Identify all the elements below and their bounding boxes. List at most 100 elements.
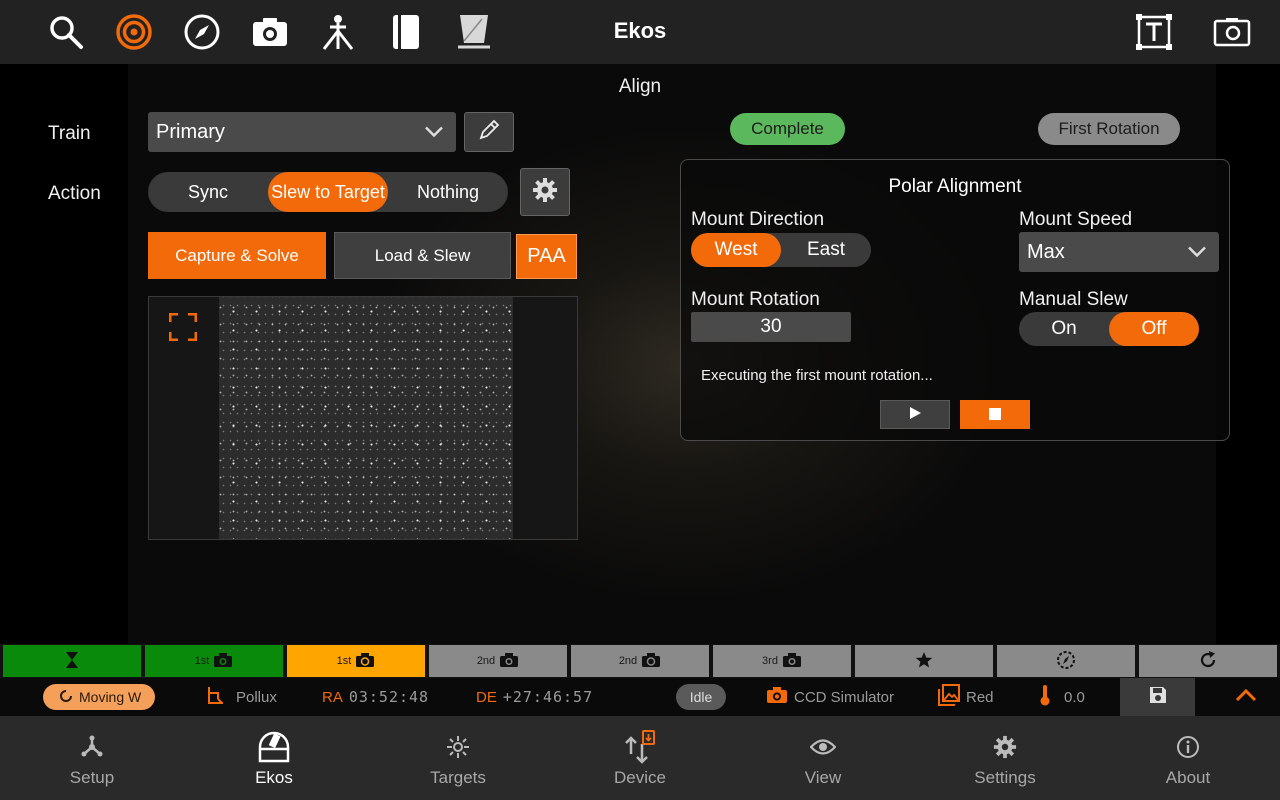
- telescope-mount-icon[interactable]: [318, 12, 358, 52]
- mount-direction-toggle: West East: [691, 233, 871, 267]
- mount-speed-label: Mount Speed: [1019, 209, 1133, 230]
- panel-title: Polar Alignment: [888, 176, 1022, 197]
- search-icon[interactable]: [46, 12, 86, 52]
- observatory-icon: [257, 730, 291, 764]
- nav-label: Targets: [430, 768, 486, 787]
- screenshot-icon[interactable]: [1212, 12, 1252, 52]
- text-frame-icon[interactable]: [1134, 12, 1174, 52]
- bottom-navigation: Setup Ekos Targets Device View Settings …: [0, 716, 1280, 800]
- save-button[interactable]: [1120, 678, 1195, 716]
- action-selector: Sync Slew to Target Nothing: [148, 172, 508, 212]
- compass-icon[interactable]: [182, 12, 222, 52]
- action-sync[interactable]: Sync: [148, 172, 268, 212]
- hourglass-icon: [65, 651, 79, 672]
- edit-train-button[interactable]: [464, 112, 514, 152]
- de-value: +27:46:57: [502, 688, 594, 706]
- telescope-icon: [206, 685, 226, 709]
- mount-rotation-label: Mount Rotation: [691, 289, 820, 310]
- train-value: Primary: [156, 120, 225, 143]
- nav-device[interactable]: Device: [570, 716, 710, 800]
- train-select[interactable]: Primary: [148, 112, 456, 152]
- camera-icon: [213, 652, 233, 671]
- pencil-icon: [477, 118, 501, 147]
- stop-button[interactable]: [960, 400, 1030, 429]
- nav-targets[interactable]: Targets: [388, 716, 528, 800]
- spinner-icon: [59, 689, 73, 706]
- start-button[interactable]: [880, 400, 950, 429]
- step-third-capture: 3rd: [713, 645, 851, 677]
- step-second-capture: 2nd: [429, 645, 567, 677]
- polar-status-text: Executing the first mount rotation...: [701, 367, 933, 384]
- step-label: 1st: [336, 655, 352, 667]
- step-refresh: [1139, 645, 1277, 677]
- camera-icon: [766, 686, 788, 708]
- fullscreen-icon[interactable]: [168, 312, 198, 346]
- step-label: 3rd: [762, 655, 778, 667]
- refresh-icon: [1198, 650, 1218, 673]
- step-first-capture: 1st: [145, 645, 283, 677]
- target-name: Pollux: [236, 688, 277, 706]
- play-icon: [908, 405, 922, 425]
- nav-view[interactable]: View: [753, 716, 893, 800]
- camera-name: CCD Simulator: [794, 688, 895, 706]
- star-image: [219, 297, 513, 539]
- de-label: DE: [476, 688, 497, 706]
- mount-rotation-input[interactable]: 30: [691, 312, 851, 342]
- align-settings-button[interactable]: [520, 168, 570, 216]
- chevron-down-icon: [424, 121, 444, 144]
- paa-button[interactable]: PAA: [516, 234, 577, 279]
- nav-label: Ekos: [255, 768, 293, 787]
- manual-slew-label: Manual Slew: [1019, 289, 1128, 310]
- manual-slew-toggle: On Off: [1019, 312, 1199, 346]
- align-module: Align Train Primary Action Sync Slew to …: [0, 64, 1280, 644]
- direction-west[interactable]: West: [691, 233, 781, 267]
- step-label: 1st: [194, 655, 210, 667]
- status-complete-badge: Complete: [730, 113, 845, 145]
- manual-slew-off[interactable]: Off: [1109, 312, 1199, 346]
- image-preview[interactable]: [148, 296, 578, 540]
- action-nothing[interactable]: Nothing: [388, 172, 508, 212]
- load-slew-button[interactable]: Load & Slew: [334, 232, 511, 279]
- mount-state-text: Moving W: [79, 689, 142, 705]
- module-title: Align: [618, 76, 662, 97]
- ra-label: RA: [322, 688, 343, 706]
- train-label: Train: [48, 123, 91, 144]
- notebook-icon[interactable]: [386, 12, 426, 52]
- nav-about[interactable]: About: [1118, 716, 1258, 800]
- polar-alignment-panel: Polar Alignment Mount Direction West Eas…: [680, 159, 1230, 441]
- target-icon[interactable]: [114, 12, 154, 52]
- nav-ekos[interactable]: Ekos: [204, 716, 344, 800]
- camera-status: CCD Simulator: [766, 678, 894, 716]
- nav-settings[interactable]: Settings: [935, 716, 1075, 800]
- nav-label: Device: [614, 768, 666, 787]
- flat-panel-icon[interactable]: [454, 12, 494, 52]
- image-icon: [938, 684, 960, 710]
- thermometer-icon: [1038, 684, 1052, 710]
- step-label: 2nd: [618, 655, 638, 667]
- gear-icon: [993, 730, 1017, 764]
- capture-solve-button[interactable]: Capture & Solve: [148, 232, 326, 279]
- camera-icon[interactable]: [250, 12, 290, 52]
- manual-slew-on[interactable]: On: [1019, 312, 1109, 346]
- device-transfer-icon: [624, 730, 656, 764]
- ekos-app: Ekos Align Train Primary Action Sync Sle…: [0, 0, 1280, 800]
- mount-state-badge: Moving W: [43, 684, 156, 710]
- direction-east[interactable]: East: [781, 233, 871, 267]
- status-bar: Moving W Pollux RA 03:52:48 DE +27:46:57…: [0, 678, 1280, 716]
- chevron-down-icon: [1187, 241, 1207, 264]
- save-icon: [1148, 685, 1168, 709]
- app-title: Ekos: [613, 18, 667, 43]
- step-wait: [3, 645, 141, 677]
- ra-value: 03:52:48: [348, 688, 430, 706]
- action-slew-to-target[interactable]: Slew to Target: [268, 172, 388, 212]
- camera-icon: [499, 652, 519, 671]
- nav-label: About: [1165, 768, 1211, 787]
- capture-status: Idle: [676, 678, 726, 716]
- expand-button[interactable]: [1226, 678, 1266, 716]
- nav-setup[interactable]: Setup: [22, 716, 162, 800]
- mount-speed-value: Max: [1027, 240, 1065, 263]
- mount-speed-select[interactable]: Max: [1019, 232, 1219, 272]
- nav-label: View: [804, 768, 842, 787]
- step-second-rotate: 2nd: [571, 645, 709, 677]
- star-icon: [915, 651, 933, 672]
